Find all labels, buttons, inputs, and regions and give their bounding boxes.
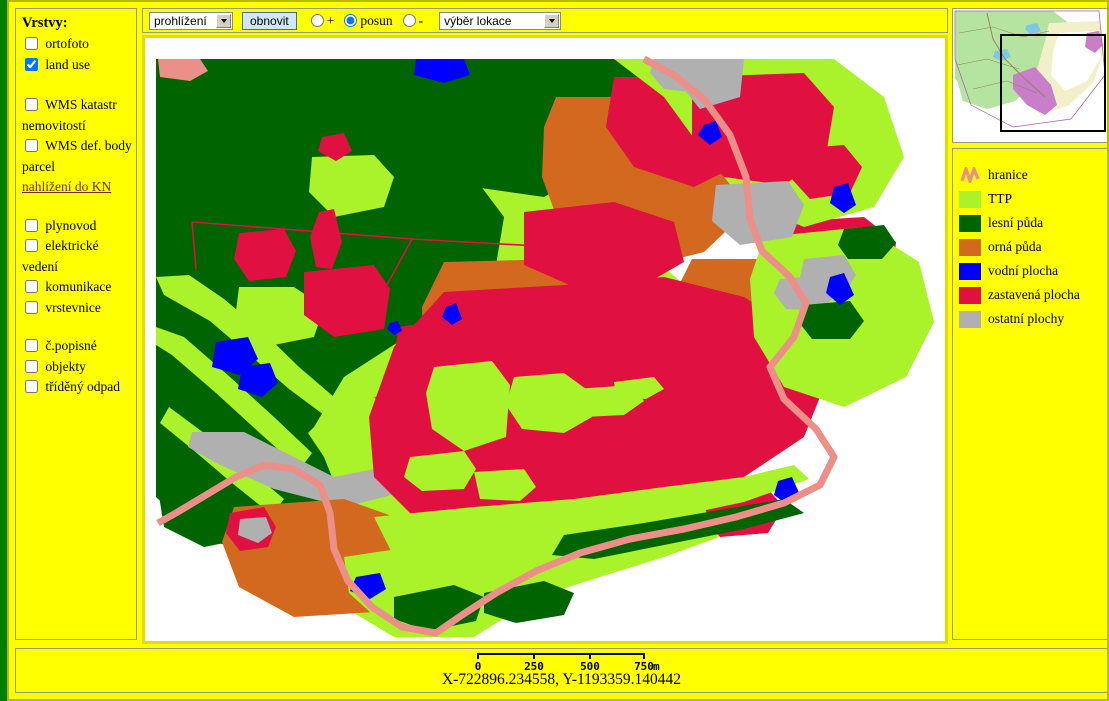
layer-checkbox-ortofoto[interactable]: ortofoto [22,34,133,55]
radio-label-pan: posun [360,12,393,28]
radio-zoom-out[interactable] [402,14,416,27]
layer-label-vrstevnice: vrstevnice [45,299,101,315]
checkbox-wms-def-body[interactable] [25,139,38,152]
map-legend: hranice TTP lesní půda orná půda vodní p… [952,148,1108,640]
layer-label-plynovod: plynovod [45,217,97,233]
checkbox-trideny-odpad[interactable] [25,380,38,393]
layer-label-wms-def-body: WMS def. body parcel [22,138,132,174]
radio-zoom-in[interactable] [310,14,324,27]
chevron-down-icon [544,13,560,28]
refresh-button[interactable]: obnovit [242,11,297,30]
other-swatch-icon [959,310,981,328]
legend-label-zastavena-plocha: zastavená plocha [988,287,1080,302]
status-bar: 0 250 500 750 m X-722896.234558, Y-11933… [15,648,1108,693]
legend-label-ostatni-plochy: ostatní plochy [988,311,1065,326]
location-select[interactable]: výběr lokace [439,11,562,30]
layer-label-objekty: objekty [45,358,86,374]
legend-item-ostatni-plochy: ostatní plochy [959,307,1107,331]
layer-label-komunikace: komunikace [45,279,112,294]
radio-label-zoom-out: - [418,12,424,28]
scale-tick [533,653,535,659]
legend-label-lesni-puda: lesní půda [988,215,1044,230]
layer-checkbox-c-popisne[interactable]: č.popisné [22,336,133,357]
arable-swatch-icon [959,238,981,256]
legend-item-lesni-puda: lesní půda [959,211,1107,235]
checkbox-wms-katastr[interactable] [25,98,38,111]
checkbox-komunikace[interactable] [25,280,38,293]
legend-item-ttp: TTP [959,187,1107,211]
nahlizeni-do-kn-link[interactable]: nahlížení do KN [22,177,111,196]
coordinates-readout: X-722896.234558, Y-1193359.140442 [441,671,682,688]
layer-checkbox-plynovod[interactable]: plynovod [22,216,133,237]
layer-label-c-popisne: č.popisné [45,338,97,353]
checkbox-land-use[interactable] [25,57,38,71]
layer-checkbox-elektricke-vedeni[interactable]: elektrické vedení [22,236,133,277]
polygon-ttp-inside-5 [404,451,476,491]
checkbox-elektricke-vedeni[interactable] [25,239,38,252]
legend-item-zastavena-plocha: zastavená plocha [959,283,1107,307]
mode-select[interactable]: prohlížení [149,11,233,30]
layer-label-land-use: land use [45,56,90,72]
map-toolbar: prohlížení obnovit + posun - výběr lokac… [142,8,948,33]
legend-item-vodni-plocha: vodní plocha [959,259,1107,283]
layer-checkbox-vrstevnice[interactable]: vrstevnice [22,298,133,319]
radio-label-zoom-in: + [326,12,335,28]
layers-panel-title: Vrstvy: [22,15,68,31]
layer-checkbox-komunikace[interactable]: komunikace [22,277,133,298]
land-use-map[interactable] [144,37,946,642]
boundary-line-icon [959,167,981,184]
scale-tick [477,653,479,659]
chevron-down-icon [216,13,231,28]
legend-label-orna-puda: orná půda [988,239,1042,254]
radio-pan[interactable] [344,14,358,27]
checkbox-ortofoto[interactable] [25,37,38,50]
legend-label-hranice: hranice [988,167,1028,182]
mode-select-value: prohlížení [154,13,207,28]
overview-map-svg[interactable] [953,9,1107,142]
overview-map[interactable] [952,8,1108,143]
water-swatch-icon [959,262,981,280]
ttp-swatch-icon [959,190,981,208]
legend-label-vodni-plocha: vodní plocha [988,263,1059,278]
layer-checkbox-wms-katastr[interactable]: WMS katastr nemovitostí [22,95,133,136]
location-select-value: výběr lokace [444,13,512,28]
layers-sidebar: Vrstvy: ortofoto land use WMS katastr ne… [15,8,137,640]
layer-label-ortofoto: ortofoto [45,36,89,51]
map-canvas[interactable] [142,35,948,644]
scale-bar-line [477,653,645,659]
forest-swatch-icon [959,214,981,232]
scale-tick [589,653,591,659]
builtup-swatch-icon [959,286,981,304]
navigation-mode-radios: + posun - [310,12,433,29]
scale-tick [643,653,645,659]
legend-item-orna-puda: orná půda [959,235,1107,259]
checkbox-objekty[interactable] [25,359,38,373]
layer-checkbox-trideny-odpad[interactable]: tříděný odpad [22,377,133,398]
checkbox-c-popisne[interactable] [25,339,38,352]
checkbox-plynovod[interactable] [25,218,38,232]
layer-label-trideny-odpad: tříděný odpad [45,379,120,394]
app-window: Vrstvy: ortofoto land use WMS katastr ne… [0,0,1109,701]
legend-item-hranice: hranice [959,163,1107,187]
legend-label-ttp: TTP [988,191,1013,206]
layer-checkbox-objekty[interactable]: objekty [22,357,133,378]
layer-checkbox-wms-def-body[interactable]: WMS def. body parcel [22,136,133,177]
layer-checkbox-land-use[interactable]: land use [22,55,133,76]
checkbox-vrstevnice[interactable] [25,300,38,314]
